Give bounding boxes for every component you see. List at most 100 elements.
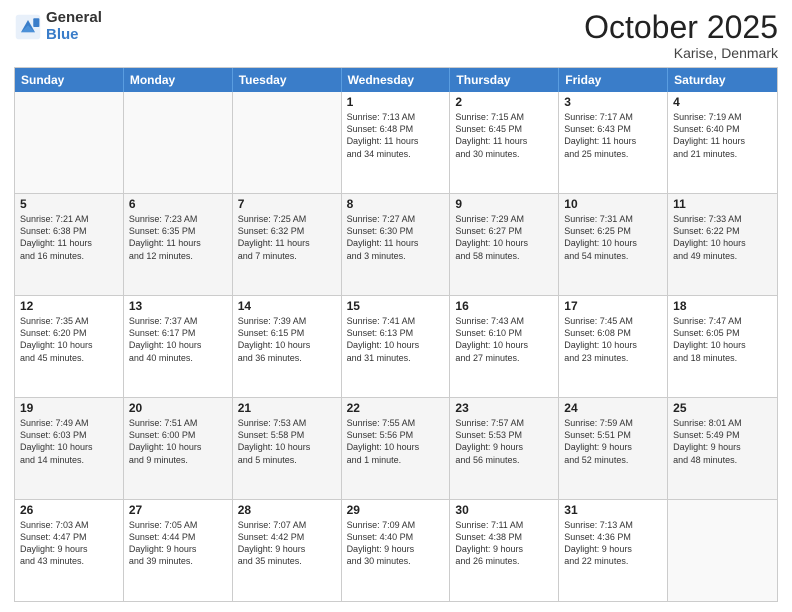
cell-text: Sunrise: 7:39 AM Sunset: 6:15 PM Dayligh… [238, 315, 336, 364]
calendar-cell-w4d5: 31Sunrise: 7:13 AM Sunset: 4:36 PM Dayli… [559, 500, 668, 601]
day-number: 8 [347, 197, 445, 211]
cell-text: Sunrise: 7:29 AM Sunset: 6:27 PM Dayligh… [455, 213, 553, 262]
cell-text: Sunrise: 7:49 AM Sunset: 6:03 PM Dayligh… [20, 417, 118, 466]
day-number: 6 [129, 197, 227, 211]
calendar-cell-w3d2: 21Sunrise: 7:53 AM Sunset: 5:58 PM Dayli… [233, 398, 342, 499]
calendar-header: SundayMondayTuesdayWednesdayThursdayFrid… [15, 68, 777, 92]
day-number: 27 [129, 503, 227, 517]
calendar-cell-w0d5: 3 Sunrise: 7:17 AM Sunset: 6:43 PM Daylig… [559, 92, 668, 193]
cell-text: Sunrise: 7:11 AM Sunset: 4:38 PM Dayligh… [455, 519, 553, 568]
cell-text: Sunrise: 7:27 AM Sunset: 6:30 PM Dayligh… [347, 213, 445, 262]
header-day-saturday: Saturday [668, 68, 777, 92]
cell-text: Sunrise: 7:45 AM Sunset: 6:08 PM Dayligh… [564, 315, 662, 364]
calendar-row-0: 1 Sunrise: 7:13 AM Sunset: 6:48 PM Daylig… [15, 92, 777, 193]
day-number: 16 [455, 299, 553, 313]
calendar-cell-w4d1: 27 Sunrise: 7:05 AM Sunset: 4:44 PM Dayli… [124, 500, 233, 601]
cell-text: Sunrise: 7:41 AM Sunset: 6:13 PM Dayligh… [347, 315, 445, 364]
calendar-cell-w0d0 [15, 92, 124, 193]
calendar-cell-w0d4: 2Sunrise: 7:15 AM Sunset: 6:45 PM Daylig… [450, 92, 559, 193]
calendar-cell-w4d3: 29Sunrise: 7:09 AM Sunset: 4:40 PM Dayli… [342, 500, 451, 601]
day-number: 9 [455, 197, 553, 211]
calendar-cell-w2d0: 12 Sunrise: 7:35 AM Sunset: 6:20 PM Dayli… [15, 296, 124, 397]
header-day-tuesday: Tuesday [233, 68, 342, 92]
day-number: 28 [238, 503, 336, 517]
title-block: October 2025 Karise, Denmark [584, 10, 778, 61]
calendar-cell-w2d5: 17 Sunrise: 7:45 AM Sunset: 6:08 PM Dayli… [559, 296, 668, 397]
page: General Blue October 2025 Karise, Denmar… [0, 0, 792, 612]
calendar-cell-w1d1: 6 Sunrise: 7:23 AM Sunset: 6:35 PM Daylig… [124, 194, 233, 295]
cell-text: Sunrise: 7:33 AM Sunset: 6:22 PM Dayligh… [673, 213, 772, 262]
day-number: 10 [564, 197, 662, 211]
logo-blue: Blue [46, 27, 102, 44]
calendar-cell-w1d0: 5 Sunrise: 7:21 AM Sunset: 6:38 PM Daylig… [15, 194, 124, 295]
calendar-row-2: 12 Sunrise: 7:35 AM Sunset: 6:20 PM Dayli… [15, 295, 777, 397]
day-number: 17 [564, 299, 662, 313]
day-number: 5 [20, 197, 118, 211]
header-day-wednesday: Wednesday [342, 68, 451, 92]
day-number: 19 [20, 401, 118, 415]
calendar-cell-w1d6: 11 Sunrise: 7:33 AM Sunset: 6:22 PM Dayli… [668, 194, 777, 295]
header-day-monday: Monday [124, 68, 233, 92]
day-number: 18 [673, 299, 772, 313]
calendar-body: 1 Sunrise: 7:13 AM Sunset: 6:48 PM Daylig… [15, 92, 777, 601]
cell-text: Sunrise: 7:55 AM Sunset: 5:56 PM Dayligh… [347, 417, 445, 466]
cell-text: Sunrise: 7:43 AM Sunset: 6:10 PM Dayligh… [455, 315, 553, 364]
cell-text: Sunrise: 7:51 AM Sunset: 6:00 PM Dayligh… [129, 417, 227, 466]
calendar-row-1: 5 Sunrise: 7:21 AM Sunset: 6:38 PM Daylig… [15, 193, 777, 295]
cell-text: Sunrise: 7:21 AM Sunset: 6:38 PM Dayligh… [20, 213, 118, 262]
calendar: SundayMondayTuesdayWednesdayThursdayFrid… [14, 67, 778, 602]
cell-text: Sunrise: 7:19 AM Sunset: 6:40 PM Dayligh… [673, 111, 772, 160]
day-number: 21 [238, 401, 336, 415]
calendar-cell-w1d3: 8 Sunrise: 7:27 AM Sunset: 6:30 PM Daylig… [342, 194, 451, 295]
calendar-cell-w3d5: 24 Sunrise: 7:59 AM Sunset: 5:51 PM Dayli… [559, 398, 668, 499]
calendar-cell-w0d1 [124, 92, 233, 193]
calendar-cell-w1d5: 10 Sunrise: 7:31 AM Sunset: 6:25 PM Dayli… [559, 194, 668, 295]
header-day-friday: Friday [559, 68, 668, 92]
day-number: 3 [564, 95, 662, 109]
day-number: 7 [238, 197, 336, 211]
cell-text: Sunrise: 7:37 AM Sunset: 6:17 PM Dayligh… [129, 315, 227, 364]
day-number: 1 [347, 95, 445, 109]
calendar-cell-w2d2: 14Sunrise: 7:39 AM Sunset: 6:15 PM Dayli… [233, 296, 342, 397]
day-number: 25 [673, 401, 772, 415]
logo-general: General [46, 10, 102, 27]
calendar-cell-w0d2 [233, 92, 342, 193]
day-number: 11 [673, 197, 772, 211]
calendar-cell-w2d3: 15 Sunrise: 7:41 AM Sunset: 6:13 PM Dayli… [342, 296, 451, 397]
calendar-cell-w2d1: 13 Sunrise: 7:37 AM Sunset: 6:17 PM Dayli… [124, 296, 233, 397]
day-number: 31 [564, 503, 662, 517]
day-number: 30 [455, 503, 553, 517]
day-number: 4 [673, 95, 772, 109]
calendar-cell-w3d0: 19 Sunrise: 7:49 AM Sunset: 6:03 PM Dayli… [15, 398, 124, 499]
cell-text: Sunrise: 7:59 AM Sunset: 5:51 PM Dayligh… [564, 417, 662, 466]
day-number: 15 [347, 299, 445, 313]
calendar-cell-w1d4: 9 Sunrise: 7:29 AM Sunset: 6:27 PM Daylig… [450, 194, 559, 295]
calendar-cell-w3d6: 25Sunrise: 8:01 AM Sunset: 5:49 PM Dayli… [668, 398, 777, 499]
day-number: 12 [20, 299, 118, 313]
logo-icon [14, 13, 42, 41]
calendar-cell-w2d6: 18Sunrise: 7:47 AM Sunset: 6:05 PM Dayli… [668, 296, 777, 397]
calendar-cell-w4d4: 30 Sunrise: 7:11 AM Sunset: 4:38 PM Dayli… [450, 500, 559, 601]
location: Karise, Denmark [584, 45, 778, 61]
cell-text: Sunrise: 7:05 AM Sunset: 4:44 PM Dayligh… [129, 519, 227, 568]
logo-text: General Blue [46, 10, 102, 43]
day-number: 24 [564, 401, 662, 415]
cell-text: Sunrise: 7:17 AM Sunset: 6:43 PM Dayligh… [564, 111, 662, 160]
calendar-cell-w1d2: 7Sunrise: 7:25 AM Sunset: 6:32 PM Daylig… [233, 194, 342, 295]
calendar-cell-w4d2: 28 Sunrise: 7:07 AM Sunset: 4:42 PM Dayli… [233, 500, 342, 601]
calendar-cell-w3d1: 20 Sunrise: 7:51 AM Sunset: 6:00 PM Dayli… [124, 398, 233, 499]
cell-text: Sunrise: 7:23 AM Sunset: 6:35 PM Dayligh… [129, 213, 227, 262]
cell-text: Sunrise: 7:07 AM Sunset: 4:42 PM Dayligh… [238, 519, 336, 568]
header-day-sunday: Sunday [15, 68, 124, 92]
cell-text: Sunrise: 7:13 AM Sunset: 6:48 PM Dayligh… [347, 111, 445, 160]
calendar-row-4: 26Sunrise: 7:03 AM Sunset: 4:47 PM Dayli… [15, 499, 777, 601]
day-number: 29 [347, 503, 445, 517]
day-number: 23 [455, 401, 553, 415]
cell-text: Sunrise: 7:31 AM Sunset: 6:25 PM Dayligh… [564, 213, 662, 262]
cell-text: Sunrise: 7:35 AM Sunset: 6:20 PM Dayligh… [20, 315, 118, 364]
calendar-cell-w0d3: 1 Sunrise: 7:13 AM Sunset: 6:48 PM Daylig… [342, 92, 451, 193]
calendar-cell-w3d3: 22Sunrise: 7:55 AM Sunset: 5:56 PM Dayli… [342, 398, 451, 499]
day-number: 26 [20, 503, 118, 517]
day-number: 13 [129, 299, 227, 313]
day-number: 20 [129, 401, 227, 415]
